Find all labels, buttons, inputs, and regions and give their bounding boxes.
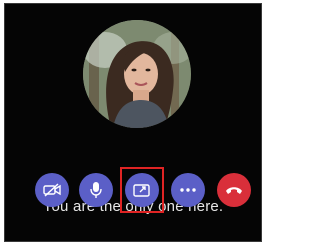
hang-up-icon — [225, 185, 243, 195]
microphone-icon — [89, 181, 103, 199]
more-options-button[interactable] — [171, 173, 205, 207]
call-controls-bar — [35, 167, 251, 213]
call-window: You are the only one here. — [4, 3, 262, 242]
more-options-icon — [180, 188, 196, 192]
camera-toggle-button[interactable] — [35, 173, 69, 207]
participant-avatar — [83, 20, 191, 128]
camera-off-icon — [43, 183, 61, 197]
share-screen-highlight — [120, 167, 164, 213]
hang-up-button[interactable] — [217, 173, 251, 207]
microphone-button[interactable] — [79, 173, 113, 207]
